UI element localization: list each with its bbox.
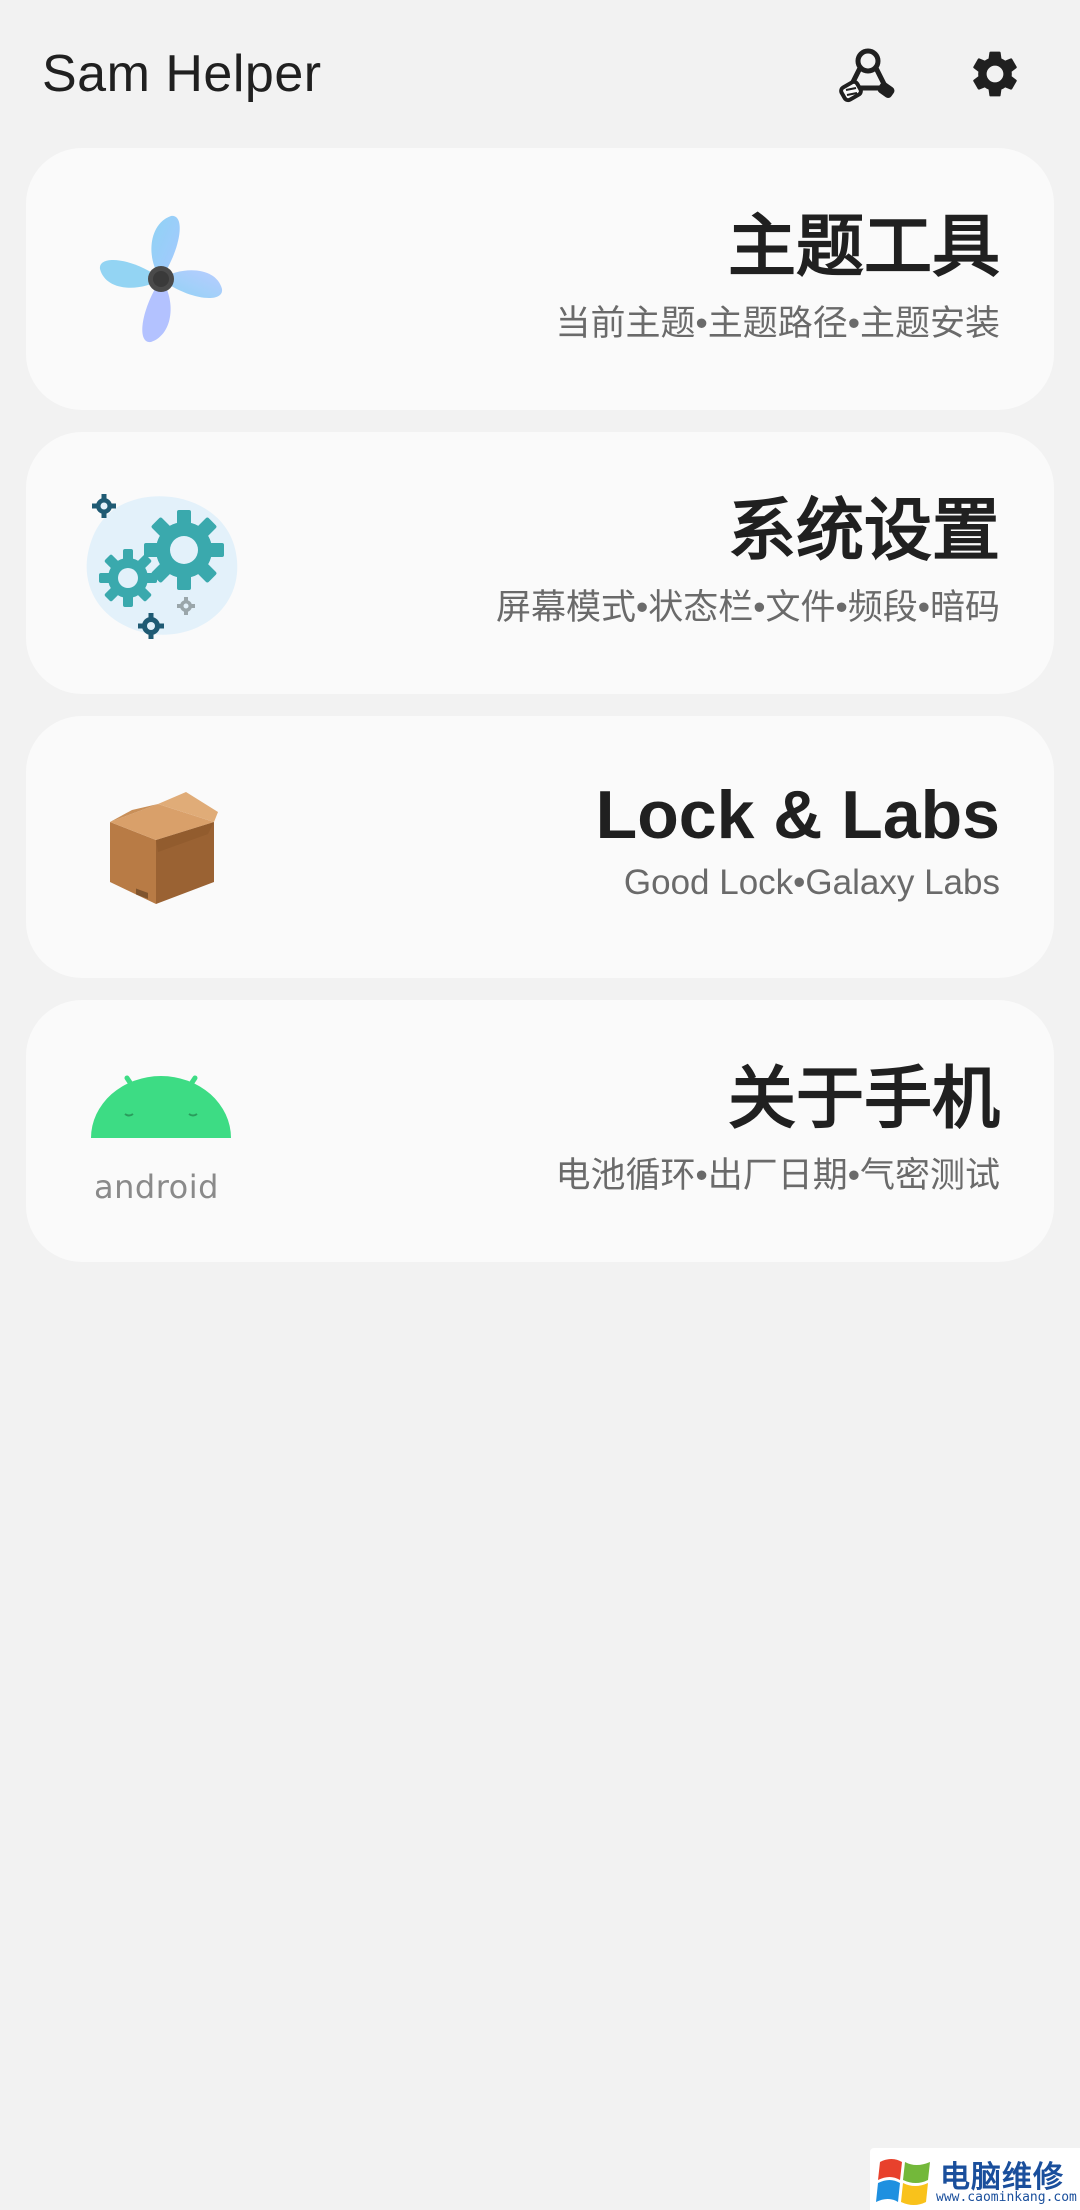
card-subtitle: 屏幕模式•状态栏•文件•频段•暗码	[495, 587, 1000, 627]
card-subtitle: Good Lock•Galaxy Labs	[623, 862, 1000, 902]
android-wordmark: android	[94, 1168, 219, 1206]
box-icon	[76, 762, 246, 932]
app-title: Sam Helper	[42, 45, 322, 103]
card-system-settings[interactable]: 系统设置 屏幕模式•状态栏•文件•频段•暗码	[26, 432, 1054, 694]
connect-button[interactable]	[830, 36, 906, 112]
watermark: 电脑维修 www.caominkang.com	[870, 2148, 1080, 2210]
gear-icon	[973, 51, 1017, 97]
card-subtitle: 电池循环•出厂日期•气密测试	[555, 1155, 1000, 1195]
connect-icon	[839, 48, 895, 103]
card-title: 关于手机	[727, 1061, 1000, 1137]
card-subtitle: 当前主题•主题路径•主题安装	[555, 303, 1000, 343]
gears-icon	[76, 478, 246, 648]
windows-logo-icon	[876, 2159, 930, 2205]
settings-button[interactable]	[957, 36, 1033, 112]
android-icon: android	[76, 1046, 246, 1216]
card-theme-tools[interactable]: 主题工具 当前主题•主题路径•主题安装	[26, 148, 1054, 410]
watermark-url: www.caominkang.com	[936, 2190, 1077, 2205]
card-lock-labs[interactable]: Lock & Labs Good Lock•Galaxy Labs	[26, 716, 1054, 978]
card-title: 主题工具	[727, 209, 1000, 285]
card-title: 系统设置	[727, 493, 1000, 569]
card-title: Lock & Labs	[595, 777, 1000, 853]
pinwheel-icon	[76, 194, 246, 364]
card-about-phone[interactable]: android 关于手机 电池循环•出厂日期•气密测试	[26, 1000, 1054, 1262]
app-bar: Sam Helper	[0, 0, 1080, 148]
